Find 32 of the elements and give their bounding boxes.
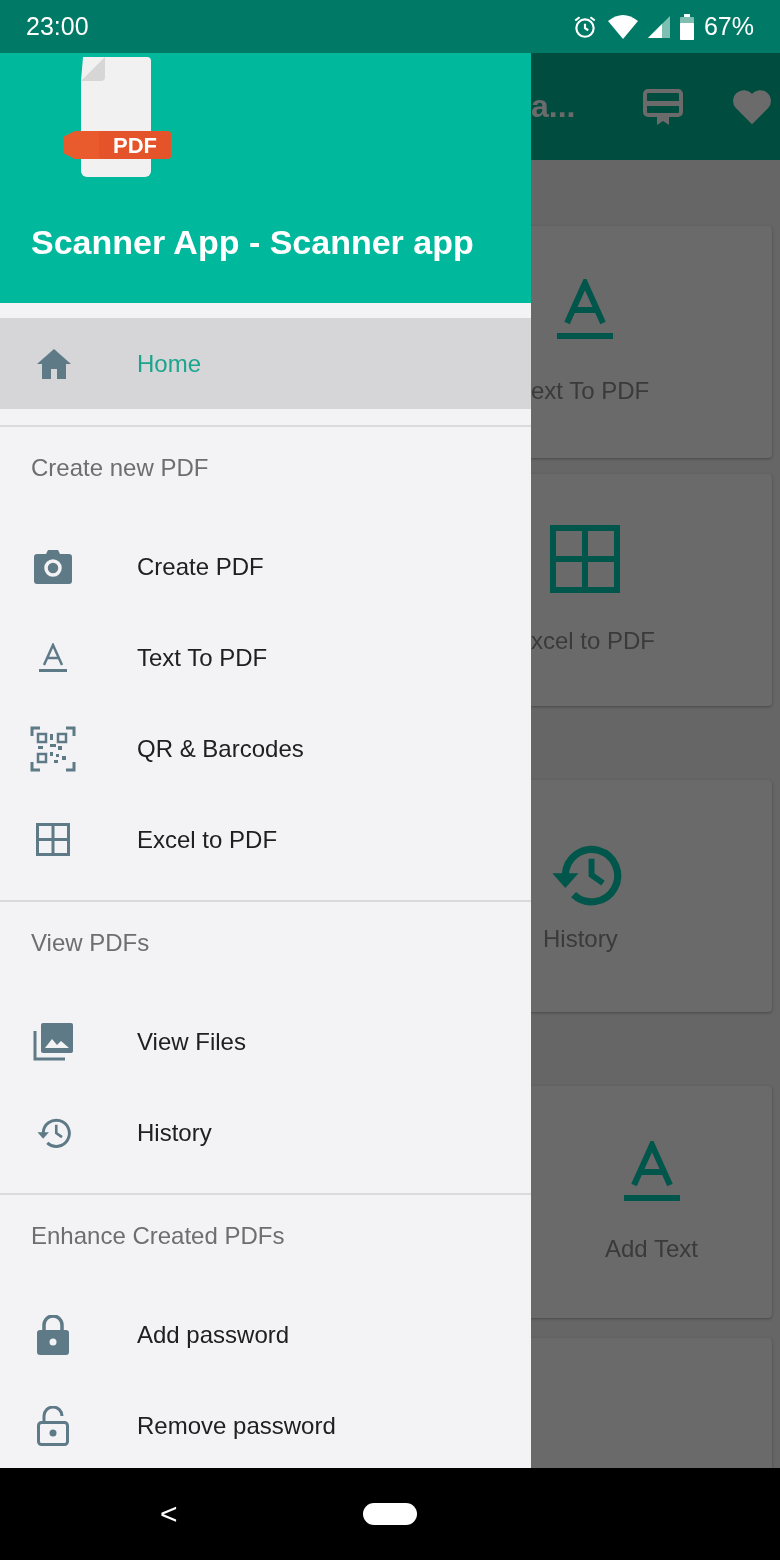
logo-text: PDF [113, 133, 157, 158]
drawer-title: Scanner App - Scanner app [31, 223, 475, 262]
menu-item[interactable]: Excel to PDF [0, 794, 531, 885]
wifi-icon [607, 14, 638, 39]
home-button[interactable] [363, 1503, 417, 1525]
heart-icon[interactable] [731, 87, 773, 126]
back-button[interactable]: < [156, 1497, 182, 1531]
menu-item[interactable]: View Files [0, 996, 531, 1087]
open-lock-icon [37, 1405, 69, 1446]
battery-icon [679, 13, 694, 40]
card-icon[interactable] [643, 86, 683, 127]
gallery-icon [33, 1022, 73, 1061]
lock-icon [37, 1314, 69, 1355]
grid-icon [550, 525, 620, 593]
section-header: View PDFs [31, 929, 150, 957]
menu-item[interactable]: Add password [0, 1289, 531, 1380]
home-icon [36, 347, 72, 380]
camera-icon [34, 549, 72, 584]
grid-icon [36, 823, 70, 856]
text-format-icon [39, 642, 67, 673]
section-header: Enhance Created PDFs [31, 1222, 285, 1250]
menu-item[interactable]: Create PDF [0, 521, 531, 612]
clock-time: 23:00 [26, 12, 89, 41]
qr-code-icon [30, 725, 76, 772]
menu-item[interactable]: Text To PDF [0, 612, 531, 703]
menu-item[interactable]: QR & Barcodes [0, 703, 531, 794]
menu-item[interactable]: Remove password [0, 1380, 531, 1468]
toolbar-title: a... [531, 88, 577, 125]
section-header: Create new PDF [31, 454, 209, 482]
signal-icon [647, 15, 670, 38]
menu-item[interactable]: History [0, 1087, 531, 1178]
battery-percent: 67% [703, 12, 754, 41]
